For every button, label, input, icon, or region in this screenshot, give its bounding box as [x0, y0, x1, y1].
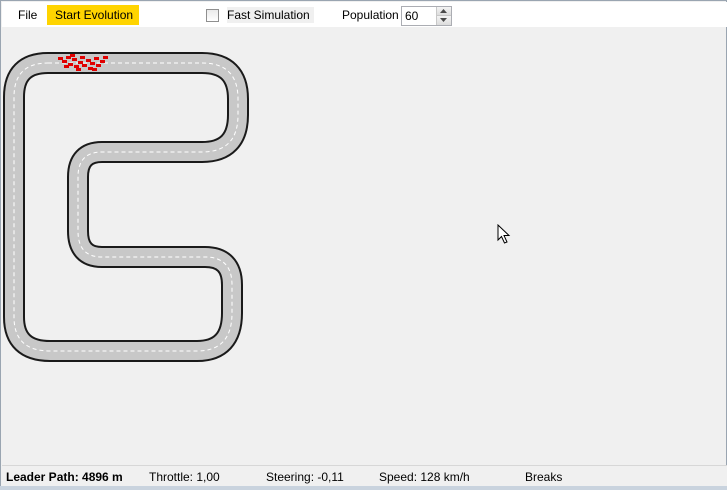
car	[76, 68, 81, 71]
track-surface	[14, 63, 238, 351]
car	[74, 65, 79, 68]
car	[82, 64, 87, 67]
car	[62, 60, 67, 63]
leader-path-status: Leader Path: 4896 m	[6, 470, 123, 484]
car	[96, 64, 101, 67]
car	[64, 65, 69, 68]
car	[86, 59, 91, 62]
status-bar: Leader Path: 4896 m Throttle: 1,00 Steer…	[2, 465, 727, 488]
steering-status: Steering: -0,11	[266, 470, 344, 484]
simulation-canvas[interactable]	[2, 27, 727, 463]
spin-down-button[interactable]	[436, 16, 451, 25]
breaks-status: Breaks	[525, 470, 563, 484]
menu-bar: File Start Evolution Fast Simulation Pop…	[2, 2, 727, 27]
fast-simulation-checkbox[interactable]: Fast Simulation	[206, 7, 314, 23]
car	[72, 58, 77, 61]
car	[103, 56, 108, 59]
lane-marking	[13, 62, 239, 352]
population-value[interactable]: 60	[405, 9, 418, 23]
file-menu[interactable]: File	[10, 5, 45, 25]
car	[100, 60, 105, 63]
car	[70, 54, 75, 57]
throttle-status: Throttle: 1,00	[149, 470, 220, 484]
mouse-pointer-icon	[497, 224, 511, 244]
app-window: File Start Evolution Fast Simulation Pop…	[0, 0, 727, 490]
car	[78, 61, 83, 64]
taskbar-edge	[0, 486, 727, 490]
fast-simulation-label: Fast Simulation	[227, 7, 314, 23]
chevron-up-icon	[440, 9, 447, 13]
car	[90, 62, 95, 65]
start-evolution-button[interactable]: Start Evolution	[47, 5, 139, 25]
speed-status: Speed: 128 km/h	[379, 470, 470, 484]
race-track	[2, 27, 727, 463]
car	[94, 57, 99, 60]
checkbox-box[interactable]	[206, 8, 219, 22]
track-outer-border	[14, 63, 238, 351]
spin-up-button[interactable]	[436, 7, 451, 16]
car	[58, 57, 63, 60]
car	[80, 56, 85, 59]
chevron-down-icon	[440, 18, 447, 22]
population-label: Population	[342, 8, 399, 22]
population-stepper[interactable]: 60	[401, 6, 452, 26]
car	[92, 68, 97, 71]
